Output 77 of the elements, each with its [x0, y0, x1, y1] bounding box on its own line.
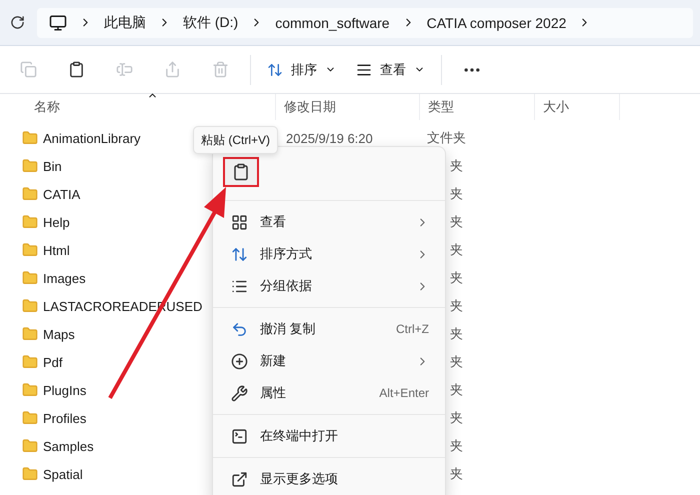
folder-icon: [22, 410, 38, 426]
file-name[interactable]: Profiles: [43, 410, 86, 426]
menu-item[interactable]: 查看: [217, 206, 441, 238]
trash-icon: [212, 61, 228, 78]
menu-item[interactable]: 在终端中打开: [217, 420, 441, 452]
external-link-icon: [231, 470, 248, 488]
type-text: 文件夹: [427, 129, 463, 147]
file-name[interactable]: Spatial: [43, 466, 83, 482]
column-header[interactable]: 修改日期: [276, 94, 420, 120]
menu-item[interactable]: 排序方式: [217, 238, 441, 270]
menu-item[interactable]: 属性 Alt+Enter: [217, 377, 441, 409]
terminal-icon: [231, 428, 248, 444]
copy-icon: [20, 61, 36, 78]
type-text: 夹: [449, 241, 463, 259]
plus-circle-icon: [231, 352, 248, 370]
folder-icon: [22, 438, 38, 454]
text-cursor-icon: [116, 61, 132, 78]
tooltip: 粘贴 (Ctrl+V): [193, 126, 278, 154]
type-text: 夹: [449, 409, 463, 427]
lines-icon: [356, 62, 372, 78]
column-header[interactable]: 类型: [420, 94, 535, 120]
type-text: 夹: [449, 213, 463, 231]
file-name[interactable]: Pdf: [43, 354, 63, 370]
sort-arrows-icon: [231, 246, 248, 262]
folder-icon: [22, 130, 38, 146]
type-text: 夹: [449, 381, 463, 399]
view-button[interactable]: 查看: [346, 52, 435, 88]
wrench-icon: [231, 384, 248, 402]
breadcrumb[interactable]: common_software: [275, 14, 390, 30]
folder-icon: [22, 382, 38, 398]
folder-icon: [22, 326, 38, 342]
type-text: 夹: [449, 157, 463, 175]
folder-icon: [22, 186, 38, 202]
breadcrumb[interactable]: 软件 (D:): [183, 14, 238, 32]
address-bar[interactable]: 此电脑 软件 (D:) common_software CATIA composer 2022: [37, 8, 693, 38]
file-name[interactable]: CATIA: [43, 186, 80, 202]
type-text: 夹: [449, 465, 463, 483]
share-icon: [164, 61, 180, 78]
folder-icon: [22, 466, 38, 482]
column-header[interactable]: 名称: [0, 94, 276, 120]
computer-icon: [49, 14, 67, 32]
refresh-icon: [10, 15, 25, 30]
file-name[interactable]: Bin: [43, 158, 62, 174]
folder-icon: [22, 214, 38, 230]
file-name[interactable]: Html: [43, 242, 70, 258]
folder-icon: [22, 270, 38, 286]
file-name[interactable]: AnimationLibrary: [43, 130, 141, 146]
file-name[interactable]: Images: [43, 270, 86, 286]
file-name[interactable]: PlugIns: [43, 382, 86, 398]
folder-icon: [22, 298, 38, 314]
type-text: 夹: [449, 297, 463, 315]
menu-item[interactable]: 显示更多选项: [217, 463, 441, 495]
menu-item[interactable]: 新建: [217, 345, 441, 377]
type-text: 夹: [449, 325, 463, 343]
date-text: 2025/9/19 6:20: [286, 130, 373, 146]
clipboard-icon: [68, 61, 84, 78]
undo-icon: [231, 320, 248, 338]
file-name[interactable]: Samples: [43, 438, 94, 454]
sort-button[interactable]: 排序: [257, 52, 346, 88]
breadcrumb[interactable]: CATIA composer 2022: [426, 14, 566, 30]
folder-icon: [22, 158, 38, 174]
menu-item[interactable]: 分组依据: [217, 270, 441, 302]
grid-icon: [231, 214, 248, 230]
paste-button[interactable]: [223, 157, 259, 187]
clipboard-icon: [232, 163, 250, 181]
type-text: 夹: [449, 185, 463, 203]
type-text: 夹: [449, 353, 463, 371]
file-name[interactable]: Help: [43, 214, 70, 230]
type-text: 夹: [449, 437, 463, 455]
folder-icon: [22, 242, 38, 258]
sort-arrows-icon: [267, 62, 283, 78]
file-name[interactable]: Maps: [43, 326, 75, 342]
menu-item[interactable]: 撤消 复制 Ctrl+Z: [217, 313, 441, 345]
type-text: 夹: [449, 269, 463, 287]
breadcrumb[interactable]: 此电脑: [104, 14, 146, 32]
column-header[interactable]: 大小: [535, 94, 620, 120]
folder-icon: [22, 354, 38, 370]
